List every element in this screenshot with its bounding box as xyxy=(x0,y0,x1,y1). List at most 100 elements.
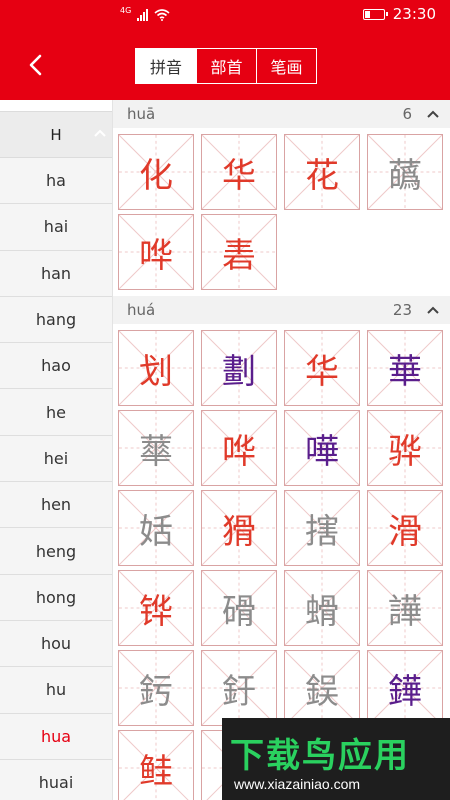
character-cell[interactable]: 哗 xyxy=(118,214,194,290)
character-cell[interactable]: 釫 xyxy=(118,650,194,726)
chevron-up-icon xyxy=(94,129,106,137)
character-cell[interactable]: 鋘 xyxy=(284,650,360,726)
character-cell[interactable]: 骅 xyxy=(367,410,443,486)
pinyin-sidebar[interactable]: H ha hai han hang hao he hei hen heng hong hou hu hu… xyxy=(0,100,113,800)
pinyin-item-huai[interactable]: huai xyxy=(0,760,112,800)
sidebar-spacer xyxy=(0,100,112,112)
character-glyph: 哗 xyxy=(222,431,256,472)
character-cell[interactable]: 哗 xyxy=(201,410,277,486)
character-glyph: 华 xyxy=(222,155,256,196)
character-cell[interactable]: 譁 xyxy=(367,570,443,646)
character-glyph: 劃 xyxy=(222,351,256,392)
status-bar: 4G 23:30 xyxy=(0,0,450,30)
pinyin-item-hai[interactable]: hai xyxy=(0,204,112,251)
tab-pinyin[interactable]: 拼音 xyxy=(136,49,196,83)
character-cell[interactable]: 蕐 xyxy=(118,410,194,486)
character-cell[interactable]: 鲑 xyxy=(118,730,194,800)
wifi-icon xyxy=(154,9,170,21)
character-cell[interactable]: 姡 xyxy=(118,490,194,566)
character-glyph: 螖 xyxy=(305,591,339,632)
character-glyph: 姡 xyxy=(139,511,173,552)
character-cell[interactable]: 嘩 xyxy=(284,410,360,486)
tab-stroke[interactable]: 笔画 xyxy=(256,49,316,83)
pinyin-list: ha hai han hang hao he hei hen heng hong hou hu hua h… xyxy=(0,158,112,800)
character-glyph: 化 xyxy=(139,155,173,196)
pinyin-item-hao[interactable]: hao xyxy=(0,343,112,390)
character-glyph: 磆 xyxy=(222,591,256,632)
character-glyph: 砉 xyxy=(222,235,256,276)
character-glyph: 鏵 xyxy=(388,671,422,712)
chevron-left-icon xyxy=(29,54,42,76)
character-cell[interactable]: 華 xyxy=(367,330,443,406)
pinyin-item-han[interactable]: han xyxy=(0,251,112,297)
character-glyph: 骅 xyxy=(388,431,422,472)
character-glyph: 釪 xyxy=(222,671,256,712)
back-button[interactable] xyxy=(18,48,52,82)
pinyin-item-heng[interactable]: heng xyxy=(0,528,112,575)
character-grid: 化 华 花 蘤哗 砉 xyxy=(113,128,450,296)
index-mode-tabs: 拼音 部首 笔画 xyxy=(135,48,317,84)
letter-group-header[interactable]: H xyxy=(0,112,112,158)
character-cell[interactable]: 化 xyxy=(118,134,194,210)
character-cell[interactable]: 蘤 xyxy=(367,134,443,210)
character-cell[interactable]: 华 xyxy=(201,134,277,210)
character-cell[interactable]: 磆 xyxy=(201,570,277,646)
character-glyph: 滑 xyxy=(388,511,422,552)
chevron-up-icon xyxy=(427,306,439,314)
character-glyph: 花 xyxy=(305,155,339,196)
character-content[interactable]: huā 6 化华花蘤哗砉 huá 23 划劃华華蕐哗嘩骅姡猾搳滑铧磆螖譁釫釪鋘鏵… xyxy=(113,100,450,800)
character-cell[interactable]: 砉 xyxy=(201,214,277,290)
pinyin-item-hou[interactable]: hou xyxy=(0,621,112,668)
section-header[interactable]: huā 6 xyxy=(113,100,450,128)
tab-radical[interactable]: 部首 xyxy=(196,49,256,83)
character-glyph: 釫 xyxy=(139,671,173,712)
character-cell[interactable]: 花 xyxy=(284,134,360,210)
character-cell[interactable]: 鏵 xyxy=(367,650,443,726)
character-glyph: 猾 xyxy=(222,511,256,552)
pinyin-item-he[interactable]: he xyxy=(0,389,112,436)
character-cell[interactable]: 搳 xyxy=(284,490,360,566)
signal-icon xyxy=(137,9,149,21)
pinyin-item-hen[interactable]: hen xyxy=(0,482,112,529)
character-cell[interactable]: 划 xyxy=(118,330,194,406)
pinyin-item-hua[interactable]: hua xyxy=(0,714,112,760)
clock: 23:30 xyxy=(392,5,436,23)
app-header: 拼音 部首 笔画 xyxy=(0,30,450,100)
pinyin-item-hang[interactable]: hang xyxy=(0,297,112,344)
character-glyph: 譁 xyxy=(388,591,422,632)
status-icons: 4G xyxy=(120,6,170,24)
section-hua1: huā 6 化 华 花 蘤哗 砉 xyxy=(113,100,450,296)
character-glyph: 划 xyxy=(139,351,173,392)
pinyin-item-ha[interactable]: ha xyxy=(0,158,112,205)
character-cell[interactable]: 釪 xyxy=(201,650,277,726)
chevron-up-icon xyxy=(427,110,439,118)
character-glyph: 搳 xyxy=(305,511,339,552)
section-count: 23 xyxy=(392,301,412,319)
section-pinyin: huā xyxy=(127,105,156,123)
character-cell[interactable]: 滑 xyxy=(367,490,443,566)
status-right: 23:30 xyxy=(362,5,436,23)
section-header[interactable]: huá 23 xyxy=(113,296,450,324)
pinyin-item-hei[interactable]: hei xyxy=(0,436,112,483)
section-pinyin: huá xyxy=(127,301,156,319)
character-glyph: 蘤 xyxy=(388,155,422,196)
character-glyph: 哗 xyxy=(139,235,173,276)
character-glyph: 鲑 xyxy=(139,751,173,792)
character-cell[interactable]: 劃 xyxy=(201,330,277,406)
letter-label: H xyxy=(50,125,62,144)
character-glyph: 鋘 xyxy=(305,671,339,712)
battery-icon xyxy=(362,8,388,20)
character-glyph: 华 xyxy=(305,351,339,392)
watermark-url: www.xiazainiao.com xyxy=(234,776,361,792)
watermark-logo: 下载鸟应用 xyxy=(230,736,410,776)
pinyin-item-hu[interactable]: hu xyxy=(0,667,112,714)
character-glyph: 嘩 xyxy=(305,431,339,472)
watermark: 下载鸟应用 www.xiazainiao.com xyxy=(222,718,450,800)
network-type: 4G xyxy=(120,5,132,15)
character-cell[interactable]: 螖 xyxy=(284,570,360,646)
character-cell[interactable]: 铧 xyxy=(118,570,194,646)
section-count: 6 xyxy=(402,105,412,123)
pinyin-item-hong[interactable]: hong xyxy=(0,575,112,621)
character-cell[interactable]: 华 xyxy=(284,330,360,406)
character-cell[interactable]: 猾 xyxy=(201,490,277,566)
